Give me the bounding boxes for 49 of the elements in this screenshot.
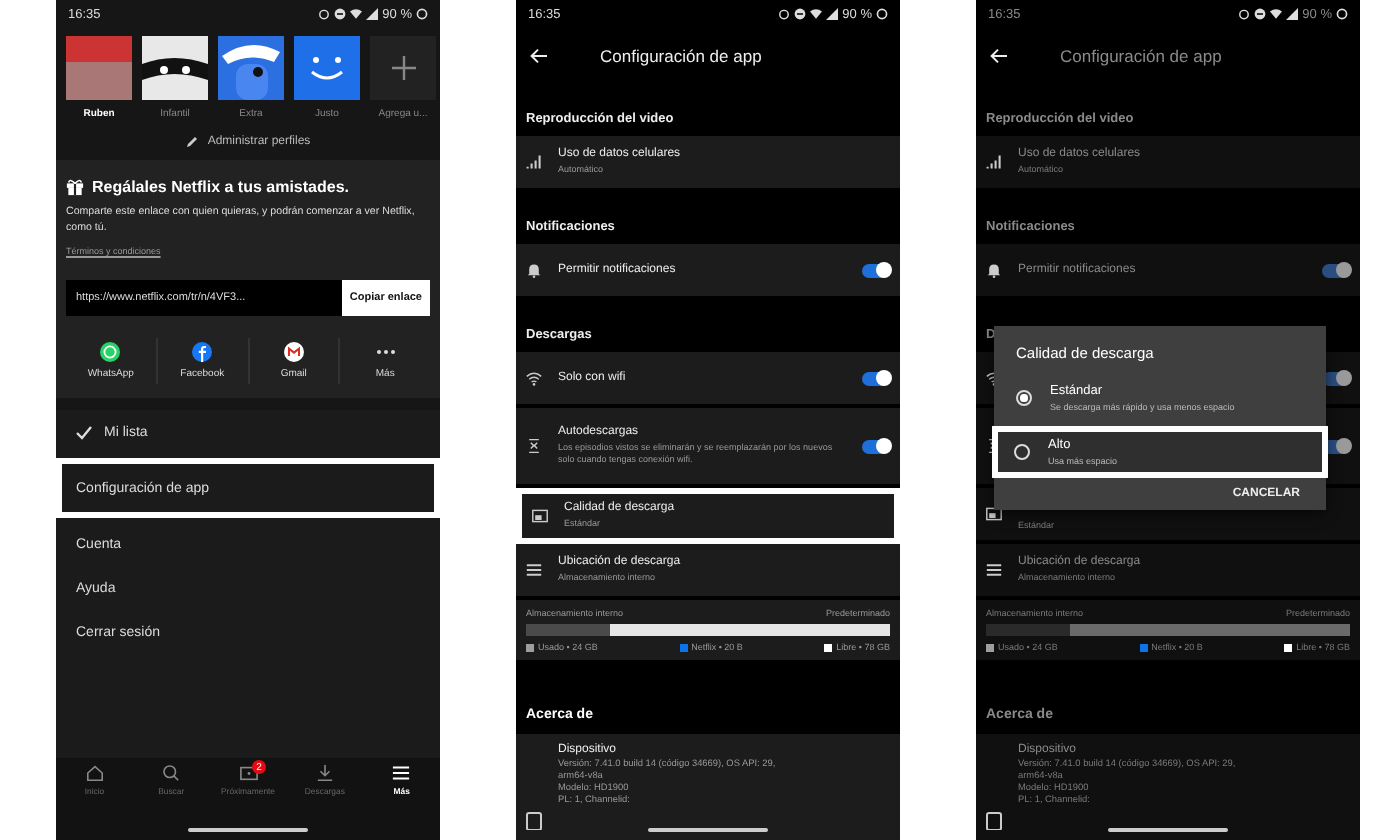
phone-icon <box>526 812 542 830</box>
do-not-disturb-icon <box>1254 8 1267 20</box>
do-not-disturb-icon <box>794 8 807 20</box>
toggle-switch[interactable] <box>862 263 890 277</box>
screen-title: Configuración de app <box>1060 46 1222 66</box>
radio-button[interactable] <box>1014 444 1030 460</box>
signal-bars-icon <box>986 154 1002 170</box>
bell-icon <box>526 262 542 278</box>
screen-icon <box>239 764 258 782</box>
share-app-icon <box>192 342 213 363</box>
gift-icon <box>66 178 84 196</box>
envelope-icon <box>283 342 304 363</box>
list-icon <box>986 562 1002 578</box>
battery-icon <box>1336 8 1348 20</box>
smiley-avatar-drawing[interactable] <box>294 36 360 100</box>
battery-icon <box>876 8 888 20</box>
quality-icon <box>532 508 548 524</box>
avatar-drawing[interactable] <box>142 36 208 100</box>
gift-title: Regálales Netflix a tus amistades. <box>92 178 349 196</box>
radio-button[interactable] <box>1016 390 1032 406</box>
wifi-icon <box>526 370 542 386</box>
menu-icon <box>392 764 411 782</box>
signal-icon <box>826 8 839 20</box>
signal-icon <box>366 8 379 20</box>
check-icon <box>76 425 92 440</box>
chat-bubble-icon <box>100 342 121 363</box>
pencil-icon <box>185 136 198 148</box>
wifi-icon <box>1270 8 1283 20</box>
add-profile-button[interactable] <box>370 36 436 100</box>
do-not-disturb-icon <box>334 8 347 20</box>
phone-icon <box>986 812 1002 830</box>
home-icon <box>85 764 104 782</box>
toggle-switch[interactable] <box>1322 263 1350 277</box>
back-arrow-icon[interactable] <box>530 48 548 64</box>
list-icon <box>526 562 542 578</box>
bell-icon <box>986 262 1002 278</box>
quality-icon <box>986 506 1002 522</box>
screen-title: Configuración de app <box>600 46 762 66</box>
search-icon <box>162 764 181 782</box>
toggle-switch[interactable] <box>862 371 890 385</box>
download-icon <box>315 764 334 782</box>
signal-bars-icon <box>526 154 542 170</box>
wifi-icon <box>350 8 363 20</box>
back-arrow-icon[interactable] <box>990 48 1008 64</box>
signal-icon <box>1286 8 1299 20</box>
plus-icon <box>391 56 415 80</box>
wifi-icon <box>810 8 823 20</box>
battery-icon <box>416 8 428 20</box>
toggle-switch[interactable] <box>862 439 890 453</box>
